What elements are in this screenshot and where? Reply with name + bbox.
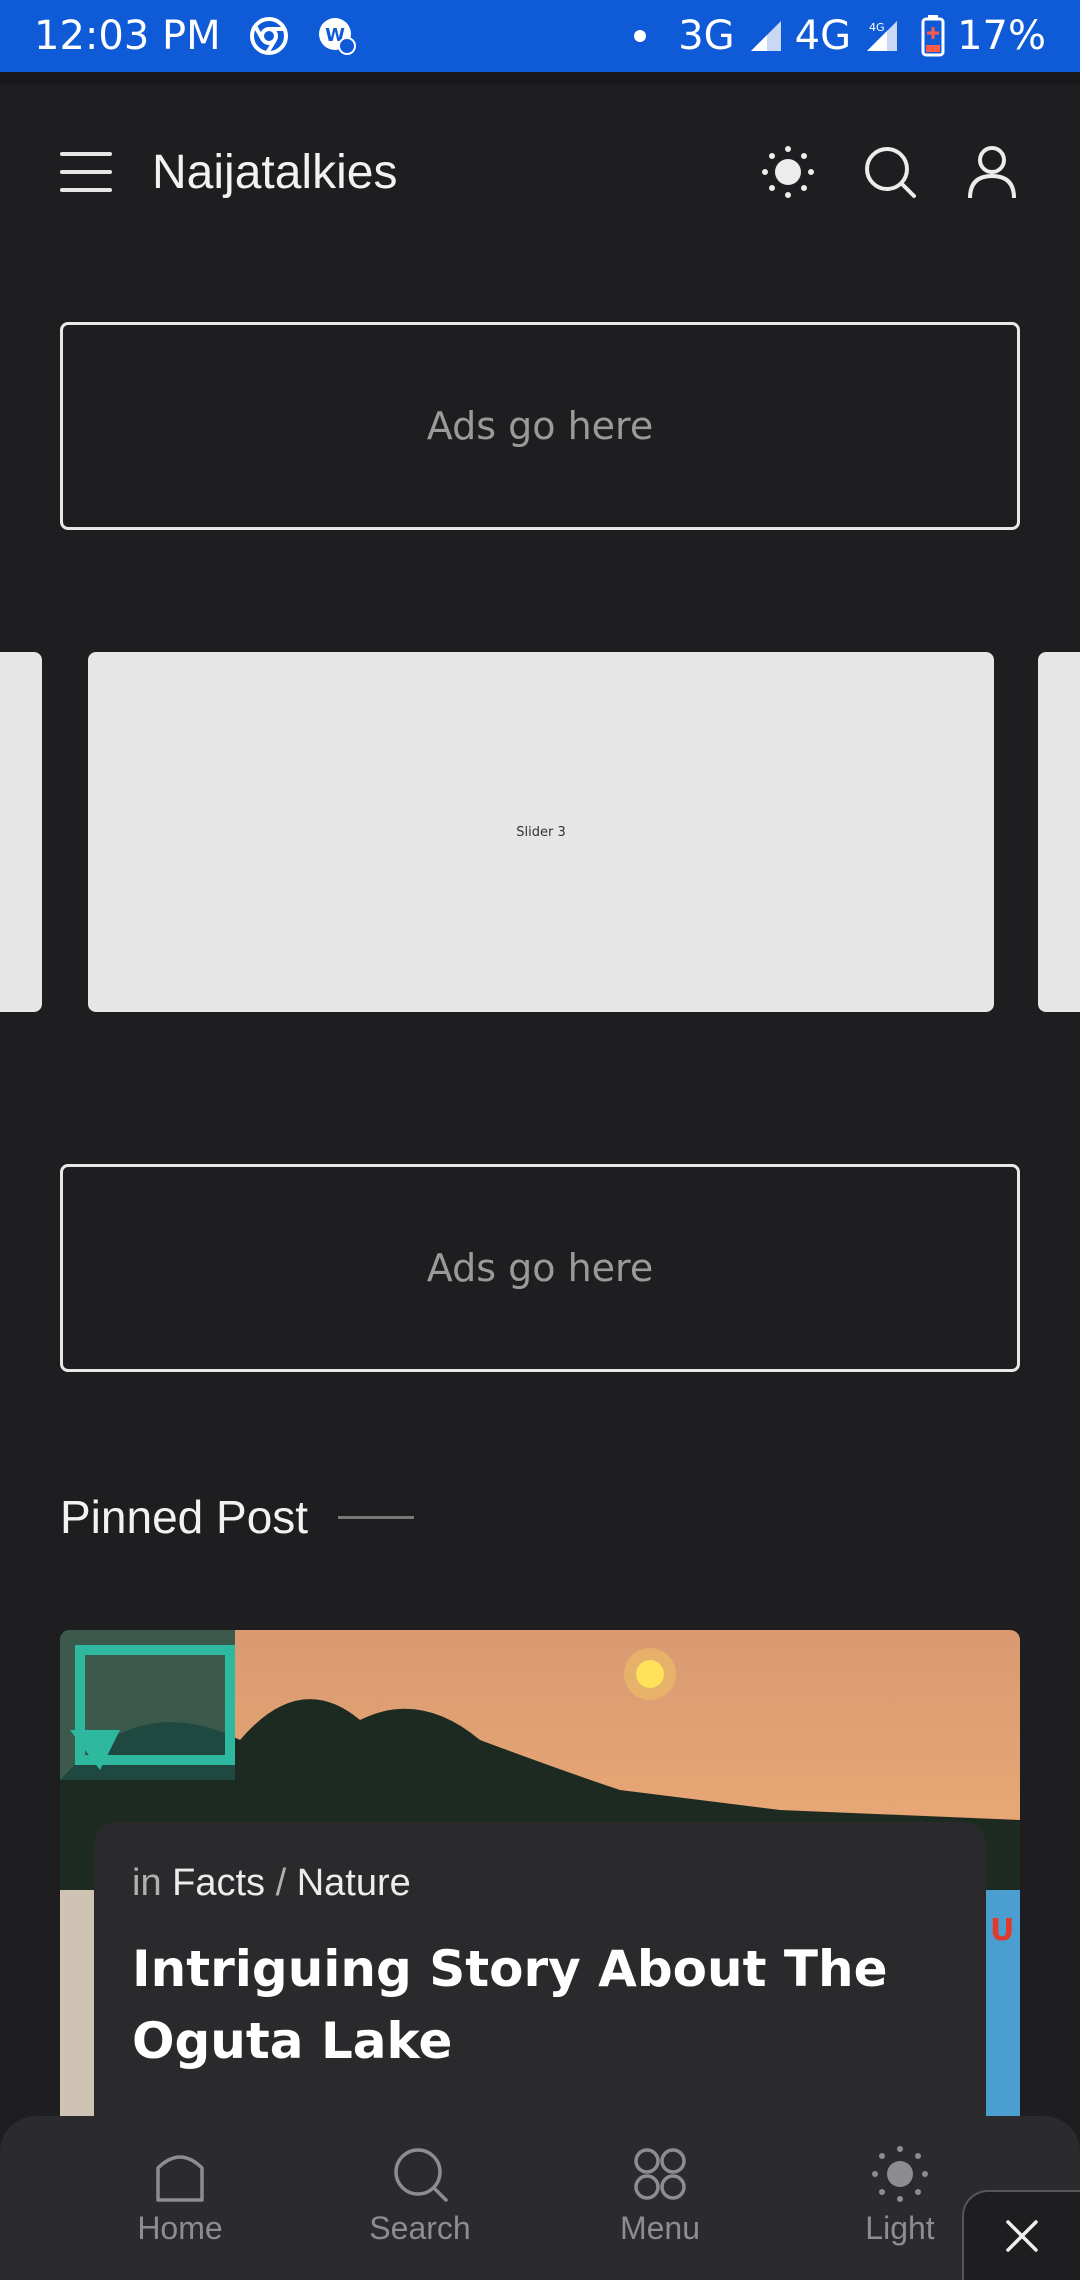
bottom-navigation: Home Search Menu Light: [0, 2116, 1080, 2280]
signal-4g-icon: 4G: [867, 21, 898, 51]
status-time: 12:03 PM: [34, 13, 221, 59]
svg-text:U: U: [990, 1913, 1014, 1948]
ad-label: Ads go here: [426, 1246, 654, 1290]
nav-light-label: Light: [865, 2210, 935, 2246]
home-icon: [156, 2155, 204, 2202]
nav-menu[interactable]: Menu: [540, 2116, 780, 2280]
category-link-facts[interactable]: Facts: [172, 1862, 265, 1904]
network-4g: 4G: [794, 13, 852, 59]
slider-next-slide[interactable]: [1038, 652, 1080, 1012]
nav-search-label: Search: [369, 2210, 471, 2246]
post-categories: in Facts / Nature: [132, 1862, 948, 1905]
close-icon: [1006, 2220, 1038, 2252]
battery-icon: [921, 15, 945, 57]
status-bar: 12:03 PM W 3G 4G 4G 17%: [0, 0, 1080, 72]
menu-icon[interactable]: [60, 152, 112, 192]
nav-search[interactable]: Search: [300, 2116, 540, 2280]
signal-icon: [750, 21, 781, 51]
post-title[interactable]: Intriguing Story About The Oguta Lake: [132, 1933, 948, 2077]
header-strip: [0, 72, 1080, 84]
category-link-nature[interactable]: Nature: [297, 1862, 411, 1904]
nav-home-label: Home: [137, 2210, 223, 2246]
slide-label: Slider 3: [516, 824, 566, 840]
ad-label: Ads go here: [426, 404, 654, 448]
section-heading: Pinned Post: [60, 1490, 415, 1544]
app-notification-icon: W: [318, 18, 356, 55]
user-icon[interactable]: [964, 144, 1020, 200]
notification-dot: [634, 30, 647, 42]
ad-banner-middle[interactable]: Ads go here: [60, 1164, 1020, 1372]
theme-toggle-icon[interactable]: [760, 144, 816, 200]
search-icon[interactable]: [862, 144, 918, 200]
category-separator: /: [275, 1862, 287, 1904]
nav-menu-label: Menu: [619, 2210, 701, 2246]
section-divider: [338, 1515, 415, 1519]
chrome-icon: [249, 17, 288, 55]
slider-prev-slide[interactable]: [0, 652, 42, 1012]
category-prefix: in: [132, 1862, 162, 1904]
battery-percent: 17%: [957, 13, 1046, 59]
search-icon: [394, 2148, 448, 2202]
slider-active-slide[interactable]: Slider 3: [88, 652, 994, 1012]
ad-banner-top[interactable]: Ads go here: [60, 322, 1020, 530]
grid-icon: [634, 2148, 686, 2200]
site-title[interactable]: Naijatalkies: [152, 145, 397, 200]
nav-home[interactable]: Home: [60, 2116, 300, 2280]
svg-text:4G: 4G: [869, 21, 885, 34]
sun-icon: [872, 2146, 928, 2202]
close-button[interactable]: [962, 2190, 1080, 2280]
app-header: Naijatalkies: [0, 84, 1080, 260]
section-title: Pinned Post: [60, 1491, 309, 1543]
network-3g: 3G: [678, 13, 735, 59]
